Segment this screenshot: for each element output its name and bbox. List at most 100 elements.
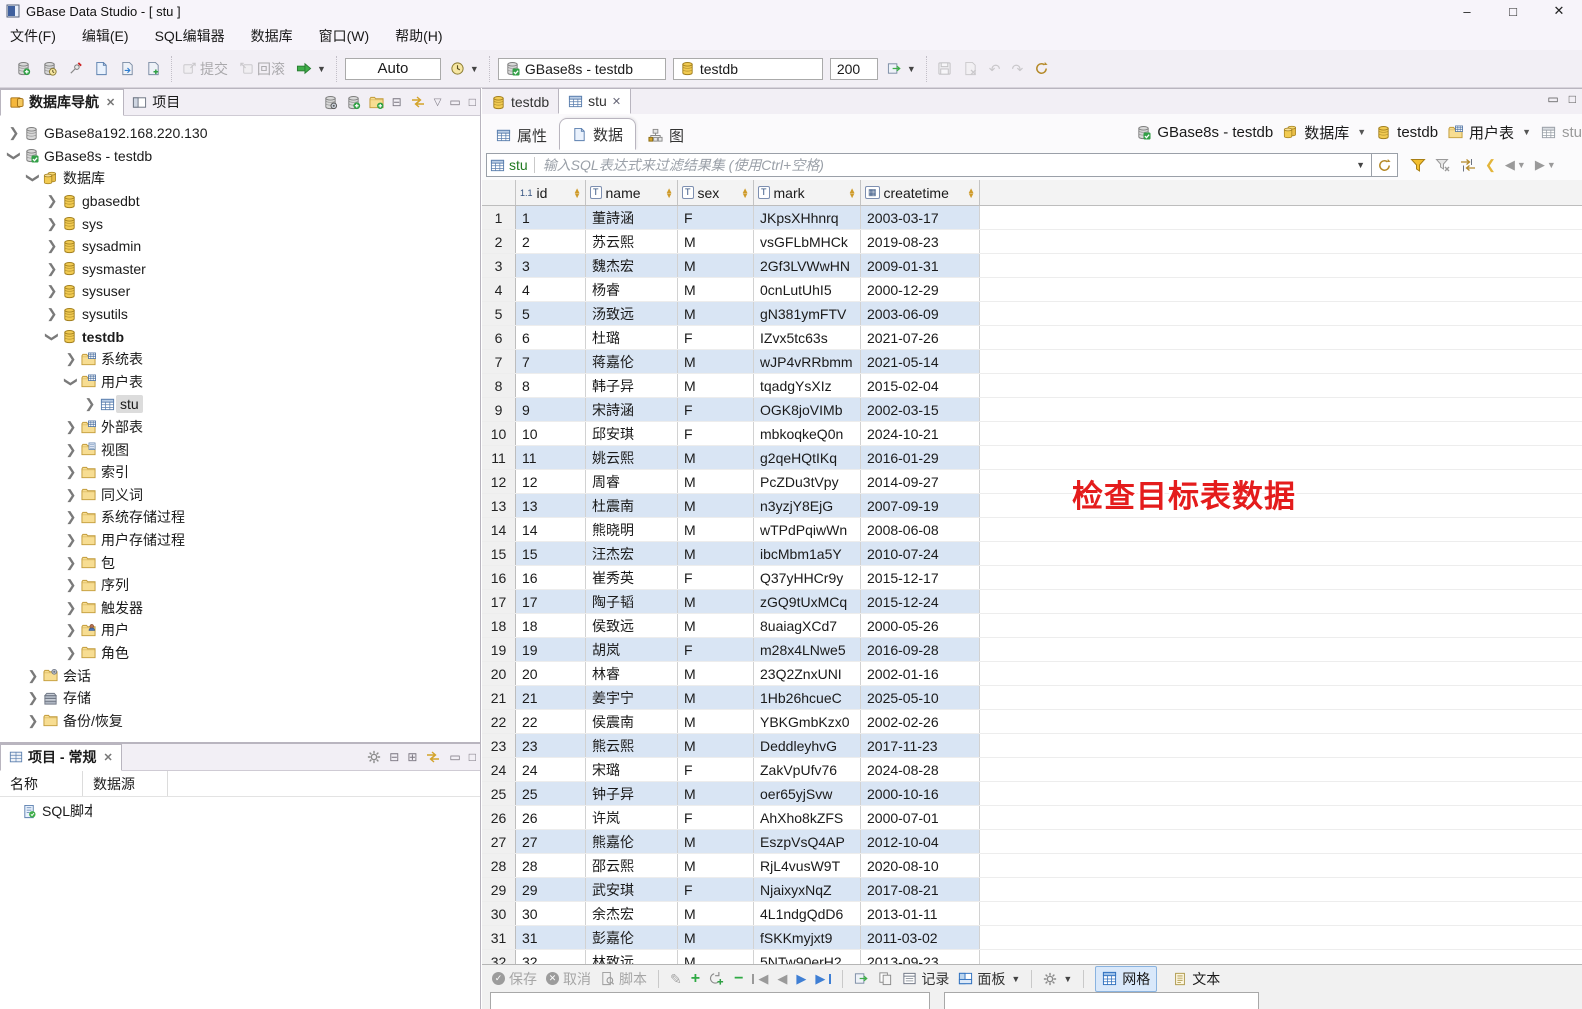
table-row[interactable]: 2121姜宇宁M1Hb26hcueC2025-05-10 [482, 686, 1582, 710]
cell-id[interactable]: 4 [516, 278, 586, 301]
cell-mark[interactable]: 4L1ndgQdD6 [754, 902, 861, 925]
cell-id[interactable]: 15 [516, 542, 586, 565]
tree-item-用户[interactable]: ❯用户 [0, 619, 480, 642]
cell-mark[interactable]: mbkoqkeQ0n [754, 422, 861, 445]
row-number[interactable]: 23 [482, 734, 516, 757]
cell-name[interactable]: 彭嘉伦 [586, 926, 678, 949]
cell-createtime[interactable]: 2016-09-28 [861, 638, 980, 661]
cell-createtime[interactable]: 2002-01-16 [861, 662, 980, 685]
cell-id[interactable]: 3 [516, 254, 586, 277]
cell-name[interactable]: 武安琪 [586, 878, 678, 901]
close-icon[interactable]: ✕ [103, 751, 112, 764]
cell-id[interactable]: 14 [516, 518, 586, 541]
cell-sex[interactable]: M [678, 230, 754, 253]
cell-id[interactable]: 31 [516, 926, 586, 949]
new-folder-icon[interactable] [369, 95, 384, 110]
cell-name[interactable]: 杨睿 [586, 278, 678, 301]
tree-item-用户存储过程[interactable]: ❯用户存储过程 [0, 529, 480, 552]
cell-name[interactable]: 宋璐 [586, 758, 678, 781]
cell-id[interactable]: 19 [516, 638, 586, 661]
refresh-button[interactable] [1032, 57, 1051, 81]
table-row[interactable]: 99宋詩涵FOGK8joVIMb2002-03-15 [482, 398, 1582, 422]
cell-sex[interactable]: M [678, 590, 754, 613]
export-button[interactable]: ▼ [885, 57, 918, 81]
table-row[interactable]: 1818侯致远M8uaiagXCd72000-05-26 [482, 614, 1582, 638]
cell-id[interactable]: 18 [516, 614, 586, 637]
row-number[interactable]: 31 [482, 926, 516, 949]
cell-name[interactable]: 姚云熙 [586, 446, 678, 469]
cell-mark[interactable]: 5NTw90erH2 [754, 950, 861, 964]
cell-name[interactable]: 熊云熙 [586, 734, 678, 757]
cell-mark[interactable]: 8uaiagXCd7 [754, 614, 861, 637]
delete-file-button[interactable] [961, 57, 980, 81]
open-script-button[interactable] [92, 57, 111, 81]
cell-sex[interactable]: M [678, 446, 754, 469]
collapse-all-icon[interactable]: ⊟ [392, 95, 402, 109]
tx-log-button[interactable]: ▼ [448, 57, 481, 81]
value-box[interactable] [944, 992, 1259, 1009]
cell-id[interactable]: 24 [516, 758, 586, 781]
row-number[interactable]: 10 [482, 422, 516, 445]
cell-name[interactable]: 林致远 [586, 950, 678, 964]
expand-icon[interactable]: ❯ [44, 261, 60, 277]
settings-button[interactable]: ▼ [1043, 972, 1072, 986]
menu-item-0[interactable]: 文件(F) [10, 26, 56, 46]
collapse-icon[interactable]: ❯ [6, 148, 22, 164]
subtab-data[interactable]: 数据 [559, 118, 636, 150]
cell-mark[interactable]: 2Gf3LVWwHN [754, 254, 861, 277]
sort-icon[interactable]: ▲▼ [848, 188, 856, 198]
expand-icon[interactable]: ❯ [44, 216, 60, 232]
cell-mark[interactable]: 23Q2ZnxUNI [754, 662, 861, 685]
expand-icon[interactable]: ❯ [44, 283, 60, 299]
cell-createtime[interactable]: 2009-01-31 [861, 254, 980, 277]
table-row[interactable]: 2828邵云熙MRjL4vusW9T2020-08-10 [482, 854, 1582, 878]
tab-database-navigator[interactable]: 数据库导航 ✕ [0, 89, 124, 116]
row-number[interactable]: 30 [482, 902, 516, 925]
cell-mark[interactable]: 1Hb26hcueC [754, 686, 861, 709]
menu-item-1[interactable]: 编辑(E) [82, 26, 129, 46]
value-box[interactable] [490, 992, 930, 1009]
cell-name[interactable]: 侯震南 [586, 710, 678, 733]
tree-item-GBase8a192.168.220.130[interactable]: ❯GBase8a192.168.220.130 [0, 122, 480, 145]
table-row[interactable]: 3232林致远M5NTw90erH22013-09-23 [482, 950, 1582, 964]
cell-name[interactable]: 魏杰宏 [586, 254, 678, 277]
grid-view-toggle[interactable]: 网格 [1095, 966, 1157, 992]
cell-id[interactable]: 17 [516, 590, 586, 613]
cell-name[interactable]: 韩子异 [586, 374, 678, 397]
cell-sex[interactable]: M [678, 854, 754, 877]
minimize-editor-icon[interactable]: ▭ [1547, 92, 1558, 106]
cell-mark[interactable]: OGK8joVIMb [754, 398, 861, 421]
cell-sex[interactable]: M [678, 950, 754, 964]
cell-mark[interactable]: vsGFLbMHCk [754, 230, 861, 253]
tree-item-外部表[interactable]: ❯外部表 [0, 416, 480, 439]
cell-id[interactable]: 12 [516, 470, 586, 493]
expand-icon[interactable]: ❯ [63, 509, 79, 525]
row-number[interactable]: 7 [482, 350, 516, 373]
tree-item-会话[interactable]: ❯会话 [0, 664, 480, 687]
cell-id[interactable]: 28 [516, 854, 586, 877]
menu-item-3[interactable]: 数据库 [251, 26, 293, 46]
cell-sex[interactable]: M [678, 662, 754, 685]
tree-item-数据库[interactable]: ❯数据库 [0, 167, 480, 190]
cell-sex[interactable]: M [678, 902, 754, 925]
cell-createtime[interactable]: 2002-02-26 [861, 710, 980, 733]
maximize-view-icon[interactable]: □ [469, 95, 476, 109]
new-script-button[interactable] [144, 57, 163, 81]
db-settings-icon[interactable] [323, 95, 338, 110]
tree-item-用户表[interactable]: ❯用户表 [0, 371, 480, 394]
prev-row-icon[interactable]: ◀ [777, 971, 787, 987]
cell-createtime[interactable]: 2000-05-26 [861, 614, 980, 637]
cell-mark[interactable]: g2qeHQtIKq [754, 446, 861, 469]
cell-mark[interactable]: AhXho8kZFS [754, 806, 861, 829]
cell-mark[interactable]: oer65yjSvw [754, 782, 861, 805]
clear-filter-icon[interactable] [1435, 157, 1451, 173]
cell-name[interactable]: 钟子异 [586, 782, 678, 805]
sort-icon[interactable]: ▲▼ [573, 188, 581, 198]
next-row-icon[interactable]: ▶ [796, 971, 806, 987]
table-row[interactable]: 1010邱安琪FmbkoqkeQ0n2024-10-21 [482, 422, 1582, 446]
fetch-size-input[interactable]: 200 [830, 58, 878, 80]
export-result-icon[interactable] [854, 971, 869, 986]
database-select[interactable]: testdb [673, 58, 823, 80]
cell-sex[interactable]: M [678, 254, 754, 277]
cell-mark[interactable]: ibcMbm1a5Y [754, 542, 861, 565]
